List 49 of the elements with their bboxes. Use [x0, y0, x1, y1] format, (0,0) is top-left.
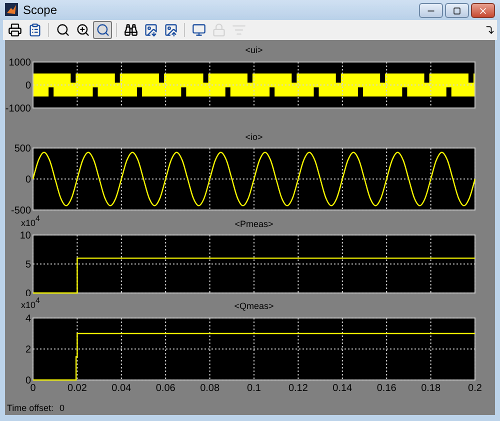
binoculars-icon	[124, 22, 138, 37]
x-tick-label: 0.12	[288, 382, 308, 394]
toolbar-button[interactable]	[93, 20, 112, 39]
y-tick-label: 2	[25, 344, 31, 356]
image-icon	[164, 22, 178, 37]
corner-arrow-icon	[485, 24, 495, 35]
x-tick-label: 0.18	[421, 382, 441, 394]
monitor-icon	[192, 22, 206, 37]
y-tick-label: 0	[25, 375, 31, 386]
x-tick-label: 0.16	[376, 382, 396, 394]
y-tick-label: 4	[25, 313, 31, 324]
window-title: Scope	[23, 2, 58, 19]
maximize-button[interactable]	[445, 3, 469, 18]
plot-title: <Qmeas>	[234, 300, 274, 311]
plot-title: <ui>	[245, 44, 263, 55]
clipboard-icon	[28, 22, 42, 37]
x-tick-label: 0.08	[200, 382, 220, 394]
maximize-icon	[453, 6, 461, 15]
axis-multiplier: x10$^{4}$	[21, 296, 40, 310]
x-tick-label: 0.06	[156, 382, 176, 394]
plot-title: <io>	[245, 132, 263, 142]
lock-icon	[212, 22, 226, 37]
printer-icon	[8, 22, 22, 37]
x-tick-label: 0.02	[67, 382, 87, 394]
magnifier-icon	[76, 22, 90, 37]
time-offset-value: 0	[60, 402, 65, 415]
time-offset-label: Time offset:	[7, 402, 54, 415]
close-button[interactable]	[471, 3, 495, 18]
x-tick-label: 0.1	[247, 382, 261, 394]
y-tick-label: -500	[10, 205, 31, 214]
y-tick-label: 5	[25, 259, 31, 270]
y-tick-label: 1000	[8, 57, 31, 68]
axis-multiplier: x10$^{4}$	[21, 214, 40, 228]
magnifier-icon	[56, 22, 70, 37]
x-tick-label: 0.14	[332, 382, 352, 394]
y-tick-label: 0	[25, 80, 31, 92]
x-tick-label: 0	[30, 382, 36, 394]
x-tick-label: 0.2	[468, 382, 482, 394]
y-tick-label: 0	[25, 174, 31, 186]
magnifier-icon	[96, 22, 110, 37]
y-tick-label: 10	[20, 230, 31, 242]
x-tick-label: 0.04	[112, 382, 132, 394]
y-tick-label: 500	[14, 143, 31, 154]
filter-icon	[232, 22, 246, 37]
y-tick-label: -1000	[5, 103, 31, 114]
close-icon	[478, 6, 488, 16]
plot-title: <Pmeas>	[234, 218, 274, 229]
app-icon	[5, 3, 18, 16]
image-icon	[144, 22, 158, 37]
